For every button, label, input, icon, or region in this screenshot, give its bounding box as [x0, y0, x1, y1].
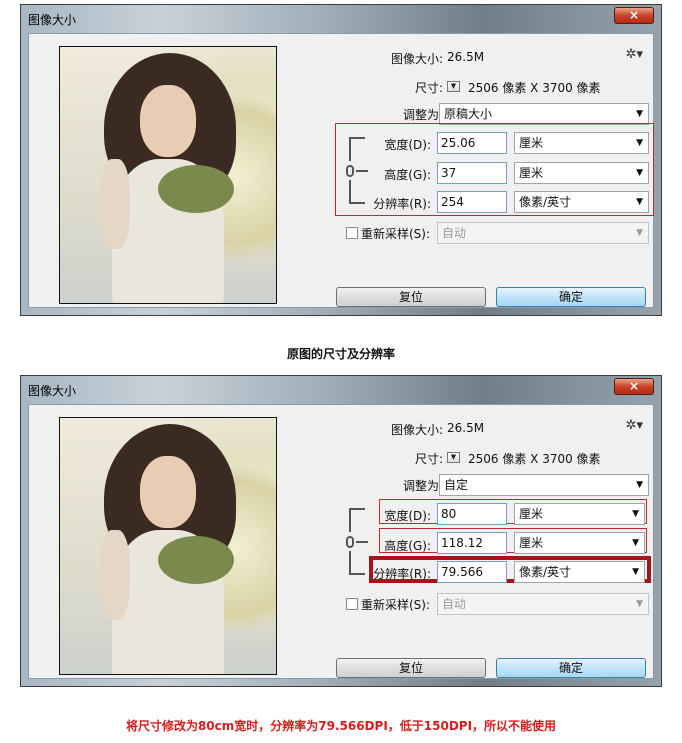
image-size-value: 26.5M — [447, 421, 485, 435]
chevron-down-icon: ▼ — [636, 168, 643, 178]
fit-to-select[interactable]: 原稿大小 ▼ — [439, 103, 649, 125]
fit-to-value: 自定 — [444, 478, 469, 492]
fit-to-label: 调整为: — [402, 479, 443, 493]
ok-button[interactable]: 确定 — [496, 287, 646, 307]
resample-checkbox[interactable] — [346, 598, 358, 610]
resample-value: 自动 — [442, 226, 467, 240]
gear-icon[interactable]: ✲▾ — [626, 47, 643, 62]
resample-select[interactable]: 自动 ▼ — [437, 593, 649, 615]
resolution-label: 分辨率(R): — [373, 567, 431, 581]
height-label: 高度(G): — [384, 168, 431, 182]
width-input[interactable]: 80 — [437, 503, 507, 525]
resolution-unit-select[interactable]: 像素/英寸 ▼ — [514, 561, 645, 583]
image-preview — [59, 417, 277, 675]
resample-label: 重新采样(S): — [361, 598, 431, 612]
dialog-title: 图像大小 — [28, 384, 77, 398]
resolution-unit-select[interactable]: 像素/英寸 ▼ — [514, 191, 649, 213]
height-unit-select[interactable]: 厘米 ▼ — [514, 532, 645, 554]
resolution-unit-value: 像素/英寸 — [519, 565, 572, 579]
close-icon[interactable]: × — [614, 7, 654, 24]
chevron-down-icon: ▼ — [636, 228, 643, 238]
dialog-body: 图像大小: 26.5M ✲▾ 尺寸: ▼ 2506 像素 X 3700 像素 调… — [28, 33, 654, 308]
close-icon[interactable]: × — [614, 378, 654, 395]
height-unit-value: 厘米 — [519, 536, 544, 550]
width-unit-select[interactable]: 厘米 ▼ — [514, 132, 649, 154]
chevron-down-icon: ▼ — [636, 109, 643, 119]
resolution-input[interactable]: 254 — [437, 191, 507, 213]
resample-checkbox[interactable] — [346, 227, 358, 239]
width-label: 宽度(D): — [384, 138, 431, 152]
resolution-input[interactable]: 79.566 — [437, 561, 507, 583]
ok-button[interactable]: 确定 — [496, 658, 646, 678]
chevron-down-icon: ▼ — [632, 538, 639, 548]
chevron-down-icon: ▼ — [632, 567, 639, 577]
resolution-label: 分辨率(R): — [373, 197, 431, 211]
chevron-down-icon: ▼ — [632, 509, 639, 519]
fit-to-label: 调整为: — [402, 108, 443, 122]
dimensions-unit-dropdown[interactable]: ▼ — [447, 452, 460, 463]
image-size-dialog-modified: 图像大小 × 图像大小: 26.5M ✲▾ 尺寸: ▼ 2506 像素 X 37… — [20, 375, 662, 687]
dimensions-label: 尺寸: — [414, 81, 443, 95]
chevron-down-icon: ▼ — [636, 480, 643, 490]
dimensions-unit-dropdown[interactable]: ▼ — [447, 81, 460, 92]
fit-to-select[interactable]: 自定 ▼ — [439, 474, 649, 496]
image-size-dialog-original: 图像大小 × 图像大小: 26.5M ✲▾ 尺寸: ▼ 2506 像素 X 37… — [20, 4, 662, 316]
width-input[interactable]: 25.06 — [437, 132, 507, 154]
resolution-unit-value: 像素/英寸 — [519, 195, 572, 209]
fit-to-value: 原稿大小 — [444, 107, 493, 121]
height-input[interactable]: 37 — [437, 162, 507, 184]
dimensions-value: 2506 像素 X 3700 像素 — [468, 452, 601, 466]
chevron-down-icon: ▼ — [636, 599, 643, 609]
gear-icon[interactable]: ✲▾ — [626, 418, 643, 433]
chevron-down-icon: ▼ — [636, 138, 643, 148]
caption-modified: 将尺寸修改为80cm宽时，分辨率为79.566DPI，低于150DPI，所以不能… — [125, 719, 557, 733]
dialog-body: 图像大小: 26.5M ✲▾ 尺寸: ▼ 2506 像素 X 3700 像素 调… — [28, 404, 654, 679]
width-label: 宽度(D): — [384, 509, 431, 523]
caption-original: 原图的尺寸及分辨率 — [286, 347, 395, 361]
image-size-label: 图像大小: — [390, 52, 443, 66]
resample-select[interactable]: 自动 ▼ — [437, 222, 649, 244]
height-label: 高度(G): — [384, 539, 431, 553]
height-unit-value: 厘米 — [519, 166, 544, 180]
height-input[interactable]: 118.12 — [437, 532, 507, 554]
image-size-label: 图像大小: — [390, 423, 443, 437]
dimensions-value: 2506 像素 X 3700 像素 — [468, 81, 601, 95]
dialog-title: 图像大小 — [28, 13, 77, 27]
width-unit-value: 厘米 — [519, 507, 544, 521]
dialog-titlebar[interactable]: 图像大小 × — [21, 376, 661, 403]
chain-link-icon[interactable] — [346, 165, 354, 177]
image-preview — [59, 46, 277, 304]
width-unit-select[interactable]: 厘米 ▼ — [514, 503, 645, 525]
resample-label: 重新采样(S): — [361, 227, 431, 241]
chevron-down-icon: ▼ — [636, 197, 643, 207]
width-unit-value: 厘米 — [519, 136, 544, 150]
reset-button[interactable]: 复位 — [336, 658, 486, 678]
height-unit-select[interactable]: 厘米 ▼ — [514, 162, 649, 184]
chain-link-icon[interactable] — [346, 536, 354, 548]
dimensions-label: 尺寸: — [414, 452, 443, 466]
dialog-titlebar[interactable]: 图像大小 × — [21, 5, 661, 32]
reset-button[interactable]: 复位 — [336, 287, 486, 307]
resample-value: 自动 — [442, 597, 467, 611]
image-size-value: 26.5M — [447, 50, 485, 64]
